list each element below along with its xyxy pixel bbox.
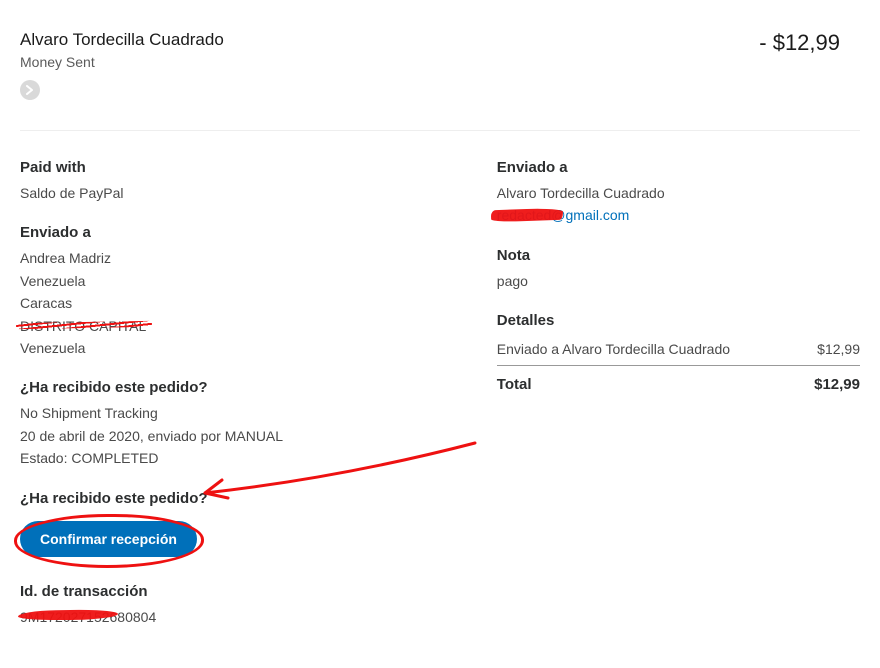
shipment-status: Estado: COMPLETED [20,447,447,469]
payee-name: Alvaro Tordecilla Cuadrado [497,182,860,204]
shipping-name: Andrea Madriz [20,247,447,269]
payee-email[interactable]: redacted@gmail.com [497,204,860,226]
received-question-1: ¿Ha recibido este pedido? [20,379,447,396]
expand-icon[interactable] [20,80,40,100]
total-amount: $12,99 [814,376,860,393]
shipping-country: Venezuela [20,270,447,292]
ship-date: 20 de abril de 2020, enviado por MANUAL [20,425,447,447]
recipient-name: Alvaro Tordecilla Cuadrado [20,30,224,50]
details-description: Enviado a Alvaro Tordecilla Cuadrado [497,341,730,357]
details-row: Enviado a Alvaro Tordecilla Cuadrado $12… [497,335,860,366]
shipping-country-2: Venezuela [20,337,447,359]
shipping-sent-to-title: Enviado a [20,224,447,241]
payee-email-domain: @gmail.com [551,207,629,223]
total-label: Total [497,376,532,393]
confirm-receipt-button[interactable]: Confirmar recepción [20,521,197,557]
transaction-header: Alvaro Tordecilla Cuadrado Money Sent - … [20,30,860,131]
transaction-type: Money Sent [20,54,224,70]
note-title: Nota [497,247,860,264]
payee-email-redacted: redacted [497,207,551,223]
tracking-status: No Shipment Tracking [20,402,447,424]
paid-with-value: Saldo de PayPal [20,182,447,204]
total-row: Total $12,99 [497,366,860,403]
details-title: Detalles [497,312,860,329]
paid-with-title: Paid with [20,159,447,176]
shipping-district-redacted: DISTRITO CAPITAL [20,315,447,337]
received-question-2: ¿Ha recibido este pedido? [20,490,447,507]
payee-sent-to-title: Enviado a [497,159,860,176]
note-value: pago [497,270,860,292]
transaction-id-redacted: 9M172027152680804 [20,606,447,628]
transaction-amount: - $12,99 [759,30,860,56]
shipping-city: Caracas [20,292,447,314]
details-amount: $12,99 [817,341,860,357]
